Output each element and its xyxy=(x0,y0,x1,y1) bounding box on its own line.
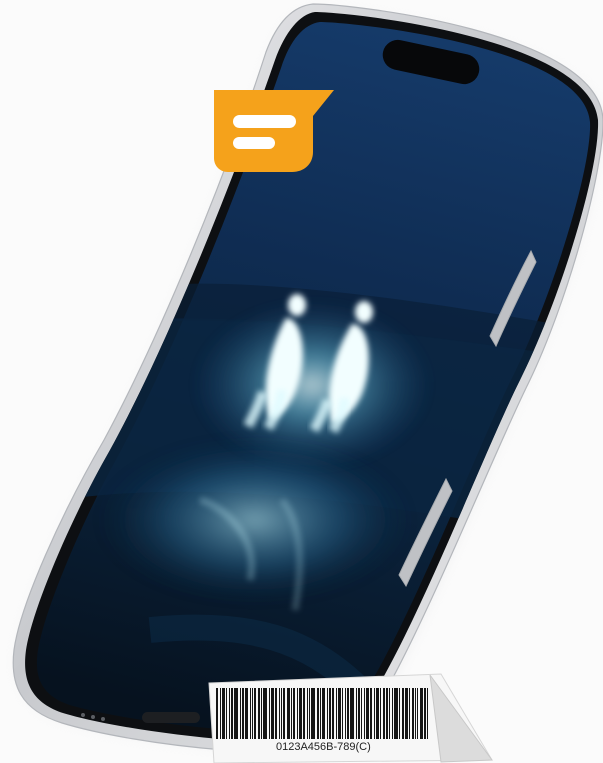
barcode-bar xyxy=(240,688,241,739)
barcode-bar xyxy=(231,688,233,739)
product-mockup-stage: 0123A456B-789(C) xyxy=(0,0,603,763)
speaker-hole xyxy=(81,713,85,717)
barcode-bar xyxy=(250,688,251,739)
barcode-bar xyxy=(345,688,346,739)
barcode-bar xyxy=(245,688,248,739)
barcode-bar xyxy=(281,688,282,739)
barcode-bar xyxy=(254,688,256,739)
barcode-bar xyxy=(424,688,426,739)
barcode-bar xyxy=(412,688,414,739)
barcode-bar xyxy=(332,688,334,739)
barcode-bar xyxy=(347,688,349,739)
barcode-bar xyxy=(366,688,369,739)
barcode-bar xyxy=(287,688,290,739)
barcode-bar xyxy=(303,688,305,739)
barcode-bar xyxy=(376,688,379,739)
barcode-bar xyxy=(409,688,410,739)
barcode-bar xyxy=(271,688,274,739)
barcode-bar xyxy=(386,688,388,739)
barcode-bar xyxy=(311,688,315,739)
barcode-bar xyxy=(394,688,398,739)
barcode-bar xyxy=(291,688,292,739)
barcode-bar xyxy=(309,688,310,739)
barcode-bar xyxy=(234,688,238,739)
barcode-bar xyxy=(420,688,423,739)
barcode-bar xyxy=(279,688,280,739)
barcode-bar xyxy=(350,688,354,739)
barcode-bar xyxy=(389,688,390,739)
barcode-bar xyxy=(216,688,218,739)
barcode-bar xyxy=(242,688,244,739)
barcode-bar xyxy=(383,688,385,739)
barcode-bar xyxy=(415,688,416,739)
barcode-bar xyxy=(320,688,321,739)
barcode-bar xyxy=(222,688,225,739)
barcode-bar xyxy=(356,688,357,739)
barcode-bar xyxy=(364,688,365,739)
barcode-bar xyxy=(220,688,221,739)
barcode-bar xyxy=(380,688,381,739)
barcode-bar xyxy=(252,688,253,739)
phone-mockup-scene: 0123A456B-789(C) xyxy=(12,3,603,763)
barcode-bar xyxy=(417,688,418,739)
barcode-text: 0123A456B-789(C) xyxy=(276,741,371,753)
barcode-bar xyxy=(327,688,328,739)
barcode-bar xyxy=(293,688,295,739)
barcode-bar xyxy=(374,688,375,739)
phone-screen xyxy=(36,22,591,732)
barcode-bar xyxy=(402,688,404,739)
barcode-bar xyxy=(275,688,277,739)
speaker-hole xyxy=(91,715,95,719)
barcode-bar xyxy=(338,688,341,739)
barcode-bars xyxy=(216,688,428,739)
barcode-bar xyxy=(263,688,267,739)
barcode-bar xyxy=(427,688,428,739)
speaker-hole xyxy=(101,717,105,721)
barcode-bar xyxy=(229,688,230,739)
barcode-bar xyxy=(269,688,270,739)
barcode-bar xyxy=(297,688,298,739)
barcode-bar xyxy=(226,688,227,739)
barcode-bar xyxy=(299,688,302,739)
barcode-bar xyxy=(361,688,362,739)
barcode-bar xyxy=(336,688,337,739)
barcode-bar xyxy=(307,688,308,739)
barcode-label: 0123A456B-789(C) xyxy=(208,673,493,763)
barcode-bar xyxy=(399,688,400,739)
barcode-bar xyxy=(405,688,408,739)
barcode-bar xyxy=(392,688,393,739)
barcode-bar xyxy=(258,688,260,739)
barcode-bar xyxy=(322,688,325,739)
barcode-bar xyxy=(283,688,285,739)
barcode-bar xyxy=(317,688,319,739)
charging-port xyxy=(142,712,200,723)
barcode-bar xyxy=(342,688,343,739)
barcode-bar xyxy=(370,688,372,739)
water-reflection xyxy=(95,435,415,605)
barcode-bar xyxy=(261,688,262,739)
barcode-bar xyxy=(329,688,331,739)
barcode-bar xyxy=(358,688,360,739)
